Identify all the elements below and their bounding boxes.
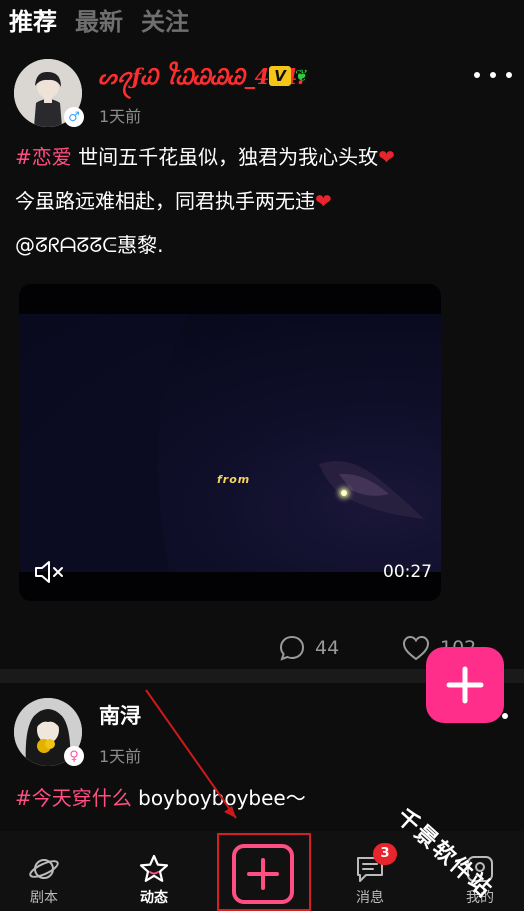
planet-icon [29, 859, 59, 879]
overflow-dot [502, 713, 508, 719]
topic-tag[interactable]: #今天穿什么 [15, 786, 132, 810]
user-name[interactable]: 南浔 [99, 702, 141, 730]
unread-badge: 3 [373, 843, 397, 865]
heart-icon [402, 635, 430, 661]
female-icon: ♀ [64, 746, 84, 766]
nav-label: 动态 [140, 890, 168, 906]
post-text-line: @ᘔᖇᗩᘔᘔᕮ惠黎. [15, 231, 164, 259]
create-post-fab[interactable] [426, 647, 504, 723]
tab-recommended[interactable]: 推荐 [9, 4, 57, 40]
heart-emoji: ❤ [378, 145, 395, 169]
mute-icon[interactable] [33, 558, 67, 586]
tab-following[interactable]: 关注 [141, 4, 189, 40]
topic-tag[interactable]: #恋爱 [15, 145, 72, 169]
post-text: 今虽路远难相赴，同君执手两无违 [15, 189, 315, 213]
video-caption: from [217, 473, 251, 486]
plus-icon [446, 666, 484, 704]
nav-scripts[interactable]: 剧本 [0, 831, 88, 911]
post-text-line: 今虽路远难相赴，同君执手两无违❤ [15, 187, 332, 215]
feed-post: ♂ ᔕꪖƒᏇ ꪻᏇᏊᏊᏊ_404. V ❦ 1天前 #恋爱 世间五千花虽似，独君… [0, 55, 524, 669]
comment-count: 44 [315, 637, 340, 659]
nav-create-frame [232, 844, 294, 904]
star-icon [139, 854, 169, 882]
mention-text[interactable]: @ᘔᖇᗩᘔᘔᕮ惠黎. [15, 233, 164, 257]
nav-feed[interactable]: 动态 [110, 831, 198, 911]
plant-icon: ❦ [295, 66, 309, 85]
post-text-line: #恋爱 世间五千花虽似，独君为我心头玫❤ [15, 143, 395, 171]
post-time: 1天前 [99, 107, 142, 126]
nav-messages[interactable]: 3 消息 [326, 831, 414, 911]
video-duration: 00:27 [383, 562, 432, 582]
sparkle-light [341, 490, 347, 496]
vip-badge: V [269, 66, 291, 86]
heart-emoji: ❤ [315, 189, 332, 213]
comment-icon [279, 635, 305, 661]
post-time: 1天前 [99, 747, 142, 766]
male-icon: ♂ [64, 107, 84, 127]
video-player[interactable]: from 00:27 [19, 284, 441, 601]
more-options-icon[interactable] [474, 63, 512, 87]
plus-icon [247, 858, 279, 890]
video-frame: from [19, 314, 441, 572]
post-text: boyboyboybee～ [131, 786, 306, 810]
post-text: 世间五千花虽似，独君为我心头玫 [71, 145, 379, 169]
nav-label: 剧本 [30, 890, 58, 906]
nav-label: 消息 [356, 890, 384, 906]
top-tab-bar: 推荐 最新 关注 [9, 4, 189, 40]
post-text-line: #今天穿什么 boyboyboybee～ [15, 784, 306, 812]
tab-latest[interactable]: 最新 [75, 4, 123, 40]
nav-create-button[interactable] [217, 833, 311, 911]
comments-button[interactable]: 44 [279, 633, 339, 663]
